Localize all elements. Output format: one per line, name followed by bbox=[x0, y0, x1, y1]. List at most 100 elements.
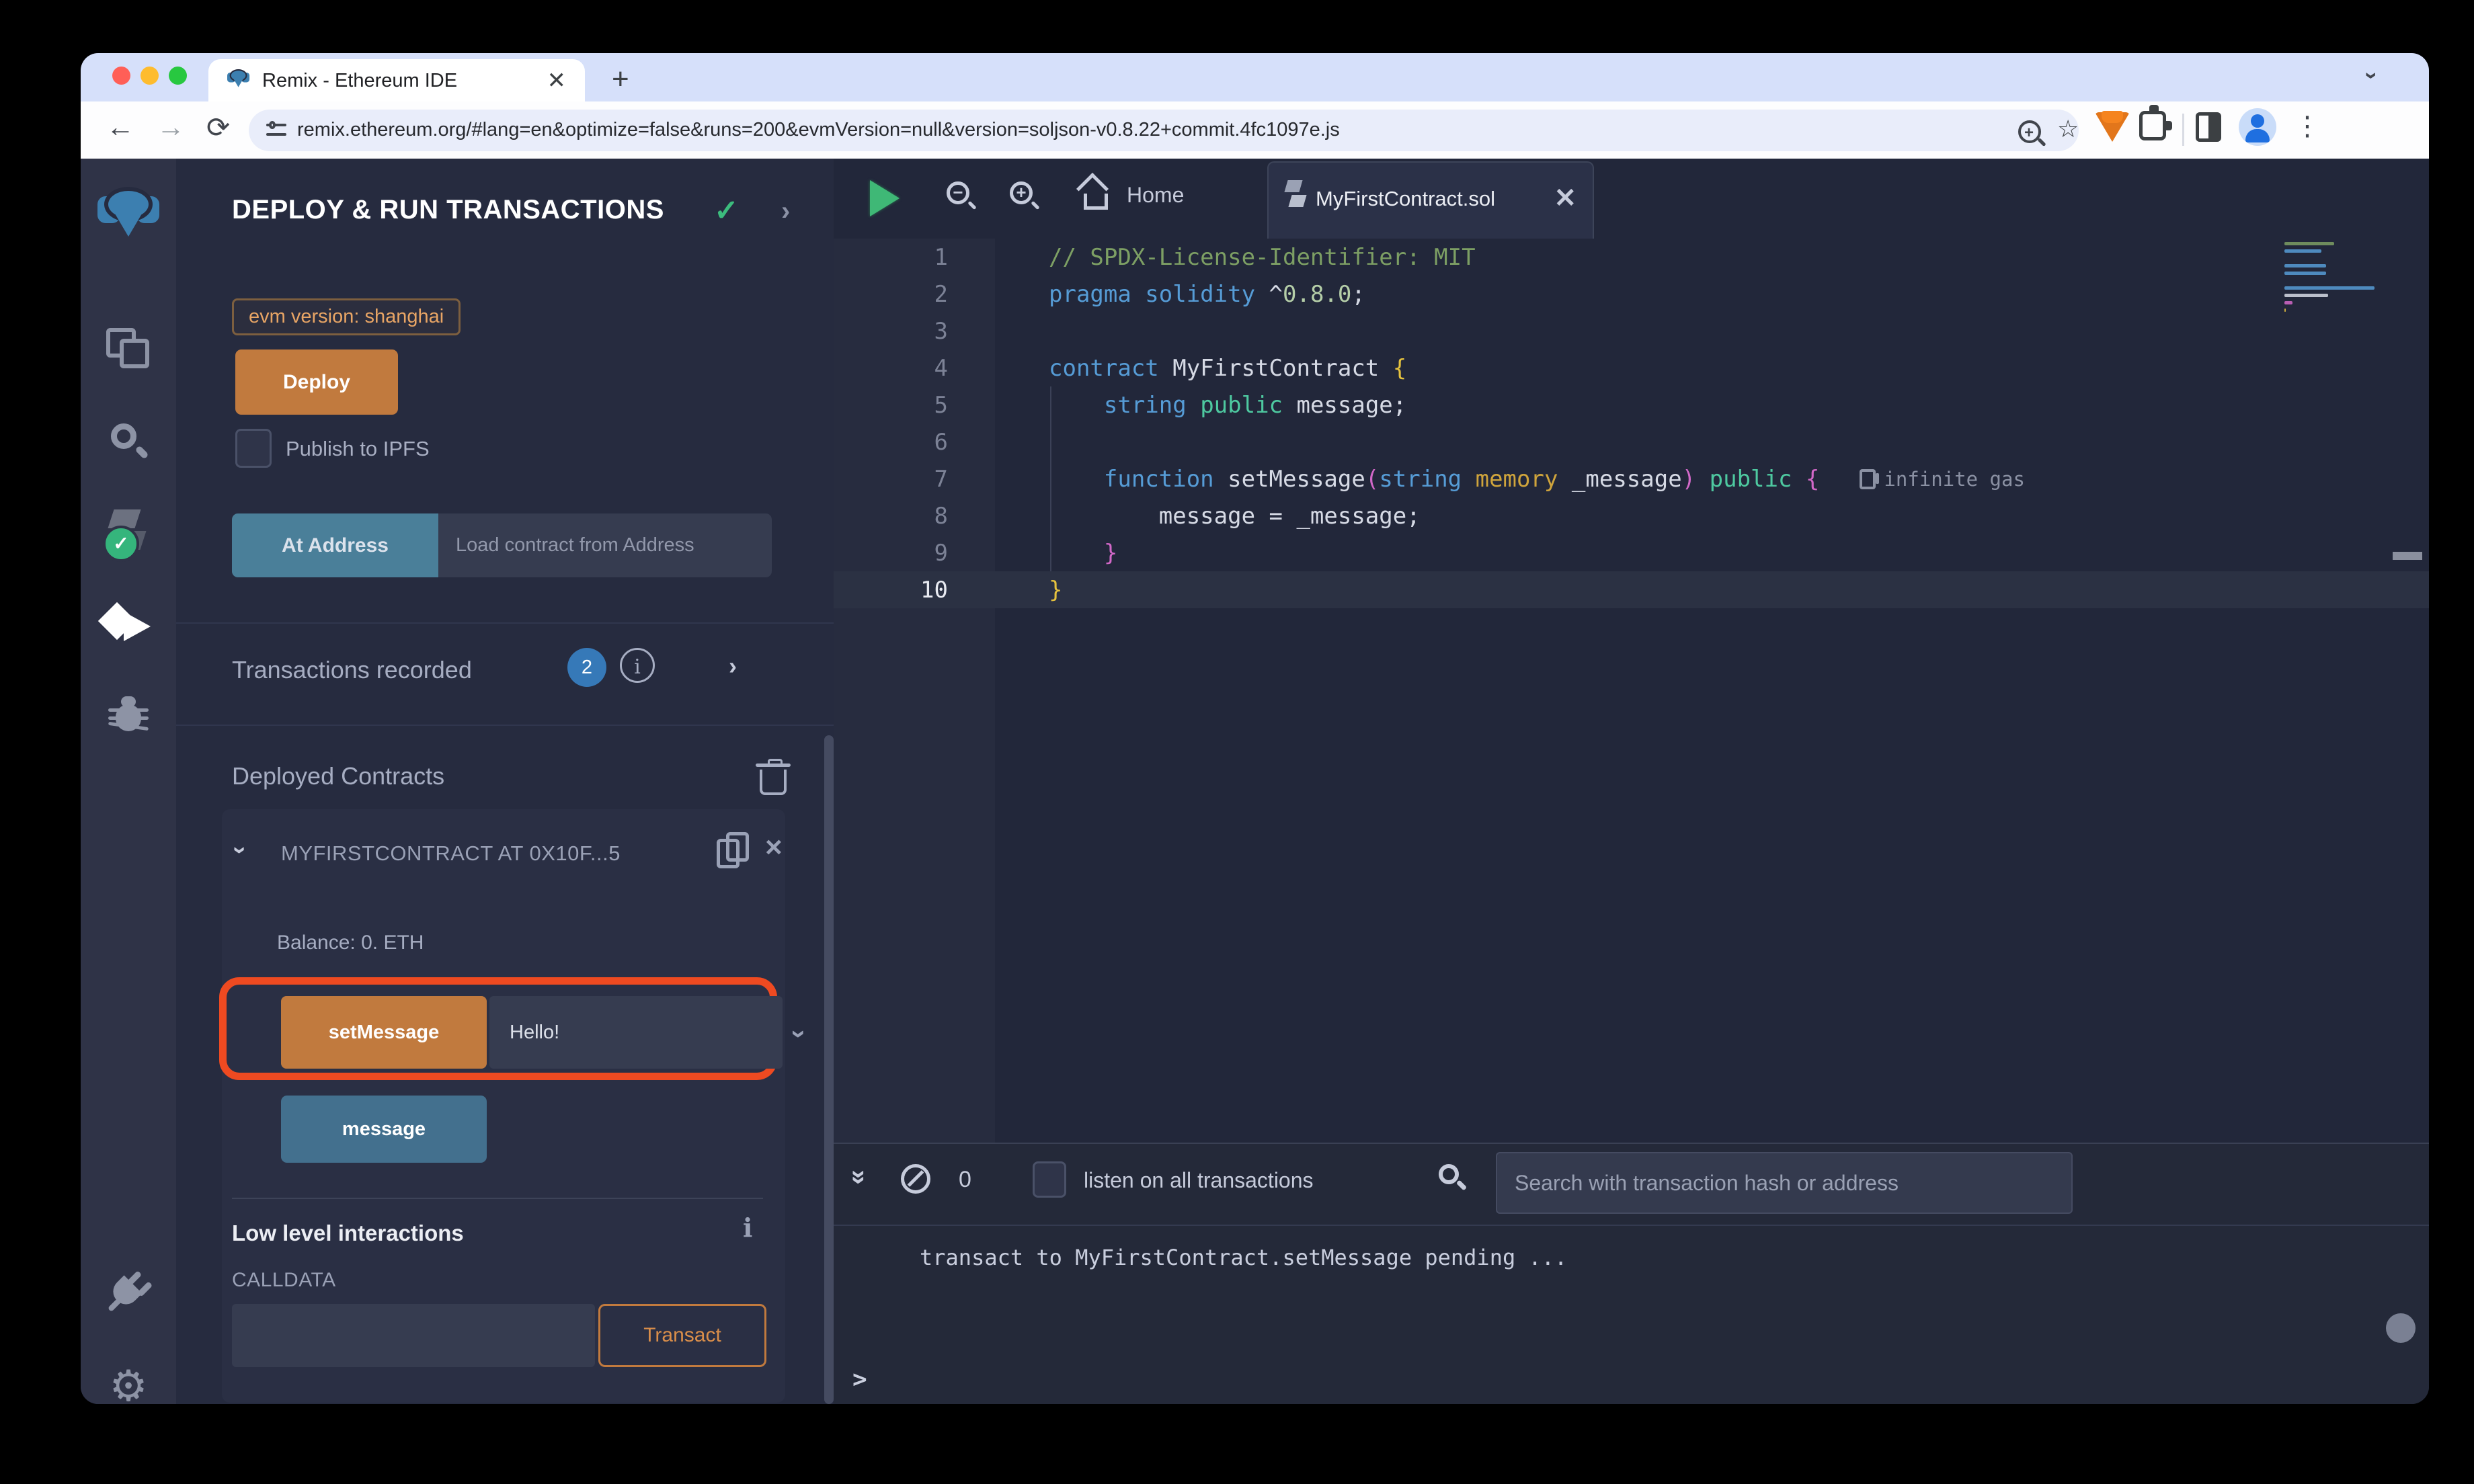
file-explorer-icon[interactable] bbox=[81, 328, 176, 372]
line-number: 7 bbox=[934, 465, 948, 493]
remix-favicon bbox=[227, 69, 250, 90]
close-file-icon[interactable]: ✕ bbox=[1554, 183, 1577, 214]
profile-avatar[interactable] bbox=[2239, 108, 2276, 146]
bookmark-star-icon[interactable]: ☆ bbox=[2057, 115, 2079, 143]
panel-chevron-icon[interactable]: › bbox=[781, 196, 790, 226]
solidity-compiler-icon[interactable]: ✓ bbox=[81, 509, 176, 562]
search-icon[interactable] bbox=[81, 422, 176, 466]
at-address-input[interactable] bbox=[438, 513, 772, 577]
tab-search-chevron-icon[interactable]: › bbox=[2358, 72, 2385, 79]
remix-logo-icon[interactable] bbox=[81, 187, 176, 244]
set-message-input[interactable] bbox=[489, 996, 783, 1069]
listen-transactions-label: listen on all transactions bbox=[1084, 1168, 1314, 1192]
compile-success-badge: ✓ bbox=[103, 526, 139, 562]
collapse-terminal-icon[interactable]: » bbox=[844, 1169, 875, 1180]
code-text: } bbox=[1049, 576, 1063, 604]
transact-button[interactable]: Transact bbox=[598, 1304, 766, 1367]
zoom-out-icon[interactable]: − bbox=[947, 181, 969, 204]
code-text: string public message; bbox=[1103, 391, 1407, 419]
code-text: function setMessage(string memory _messa… bbox=[1103, 465, 1820, 493]
trash-icon[interactable] bbox=[756, 759, 791, 796]
deploy-button[interactable]: Deploy bbox=[235, 349, 398, 415]
code-line[interactable]: 10} bbox=[834, 571, 2429, 608]
remove-contract-icon[interactable]: × bbox=[765, 831, 783, 864]
code-text: contract MyFirstContract { bbox=[1049, 354, 1407, 382]
run-script-icon[interactable] bbox=[870, 180, 900, 216]
home-icon[interactable] bbox=[1076, 172, 1115, 212]
transactions-recorded-label: Transactions recorded bbox=[232, 656, 472, 684]
extensions-icon[interactable] bbox=[2139, 105, 2172, 140]
metamask-extension-icon[interactable] bbox=[2095, 111, 2130, 142]
file-tab-label: MyFirstContract.sol bbox=[1316, 187, 1495, 210]
side-panel-icon[interactable] bbox=[2196, 112, 2221, 142]
browser-tab[interactable]: Remix - Ethereum IDE ✕ bbox=[208, 59, 585, 101]
calldata-input[interactable] bbox=[232, 1304, 595, 1367]
publish-ipfs-label: Publish to IPFS bbox=[286, 437, 430, 460]
code-text: // SPDX-License-Identifier: MIT bbox=[1049, 243, 1476, 271]
at-address-button[interactable]: At Address bbox=[232, 513, 438, 577]
message-getter-button[interactable]: message bbox=[281, 1096, 487, 1163]
set-message-button[interactable]: setMessage bbox=[281, 996, 487, 1069]
code-text: message = _message; bbox=[1049, 502, 1421, 530]
low-level-info-icon[interactable]: i bbox=[743, 1212, 752, 1243]
clear-console-icon[interactable] bbox=[901, 1164, 930, 1194]
info-icon[interactable]: i bbox=[620, 648, 655, 683]
code-line[interactable]: 2 pragma solidity ^0.8.0; bbox=[834, 276, 2429, 313]
settings-gear-icon[interactable]: ⚙ bbox=[81, 1362, 176, 1404]
traffic-light-zoom[interactable] bbox=[169, 67, 187, 85]
transactions-recorded-row[interactable]: Transactions recorded 2 i › bbox=[176, 622, 834, 726]
terminal-search-input[interactable] bbox=[1496, 1152, 2073, 1214]
remix-app: ✓ ⚙ DEPLOY & RUN TRANSACTIONS ✓ › evm ve… bbox=[81, 159, 2429, 1404]
traffic-light-close[interactable] bbox=[112, 67, 130, 85]
site-settings-icon[interactable] bbox=[266, 121, 286, 138]
publish-ipfs-checkbox[interactable] bbox=[235, 429, 272, 468]
code-line[interactable]: 9 } bbox=[834, 534, 2429, 571]
code-line[interactable]: 5 string public message; bbox=[834, 386, 2429, 423]
code-line[interactable]: 3 bbox=[834, 313, 2429, 349]
forward-icon[interactable]: → bbox=[157, 111, 185, 143]
code-line[interactable]: 6 bbox=[834, 423, 2429, 460]
url-bar[interactable]: remix.ethereum.org/#lang=en&optimize=fal… bbox=[249, 110, 2079, 151]
close-tab-icon[interactable]: ✕ bbox=[547, 67, 567, 94]
line-number: 10 bbox=[920, 576, 948, 604]
toolbar-divider bbox=[2182, 114, 2184, 146]
home-tab-label[interactable]: Home bbox=[1127, 183, 1184, 208]
listen-transactions-checkbox[interactable] bbox=[1033, 1161, 1066, 1198]
editor-code[interactable]: 1 // SPDX-License-Identifier: MIT 2 pragma … bbox=[834, 239, 2429, 1143]
panel-check-icon: ✓ bbox=[714, 194, 739, 227]
plugin-manager-icon[interactable] bbox=[81, 1269, 176, 1315]
code-line[interactable]: 7 function setMessage(string memory _mes… bbox=[834, 460, 2429, 497]
url-text[interactable]: remix.ethereum.org/#lang=en&optimize=fal… bbox=[297, 119, 1938, 141]
minimap[interactable] bbox=[2284, 242, 2379, 316]
terminal-prompt[interactable]: > bbox=[852, 1366, 867, 1393]
back-icon[interactable]: ← bbox=[106, 111, 134, 143]
panel-title: DEPLOY & RUN TRANSACTIONS bbox=[232, 195, 664, 224]
terminal-output: transact to MyFirstContract.setMessage p… bbox=[920, 1245, 1568, 1270]
debugger-icon[interactable] bbox=[81, 696, 176, 739]
overview-ruler-mark bbox=[2393, 552, 2422, 560]
contract-collapse-chevron-icon[interactable]: › bbox=[227, 846, 255, 854]
kebab-menu-icon[interactable]: ⋮ bbox=[2294, 111, 2321, 142]
file-tab[interactable]: MyFirstContract.sol ✕ bbox=[1267, 161, 1594, 239]
line-number: 9 bbox=[934, 539, 948, 567]
line-number: 3 bbox=[934, 317, 948, 345]
code-line[interactable]: 8 message = _message; bbox=[834, 497, 2429, 534]
line-number: 6 bbox=[934, 428, 948, 456]
copy-address-icon[interactable] bbox=[717, 832, 752, 870]
code-line[interactable]: 4 contract MyFirstContract { bbox=[834, 349, 2429, 386]
zoom-in-icon[interactable]: + bbox=[1010, 181, 1033, 204]
line-number: 5 bbox=[934, 391, 948, 419]
expand-args-chevron-icon[interactable]: › bbox=[784, 1030, 814, 1038]
reload-icon[interactable]: ⟳ bbox=[206, 111, 230, 144]
deployed-contracts-label: Deployed Contracts bbox=[232, 762, 445, 790]
panel-scrollbar[interactable] bbox=[824, 735, 834, 1404]
terminal-scroll-nub[interactable] bbox=[2386, 1313, 2416, 1343]
zoom-page-icon[interactable]: + bbox=[2018, 120, 2041, 143]
traffic-light-minimize[interactable] bbox=[141, 67, 159, 85]
evm-version-badge: evm version: shanghai bbox=[232, 298, 461, 335]
deploy-run-icon[interactable] bbox=[81, 605, 176, 651]
code-line[interactable]: 1 // SPDX-License-Identifier: MIT bbox=[834, 239, 2429, 276]
browser-tab-strip: Remix - Ethereum IDE ✕ + › bbox=[81, 53, 2429, 101]
new-tab-button[interactable]: + bbox=[612, 63, 629, 96]
transactions-chevron-icon[interactable]: › bbox=[729, 652, 737, 680]
